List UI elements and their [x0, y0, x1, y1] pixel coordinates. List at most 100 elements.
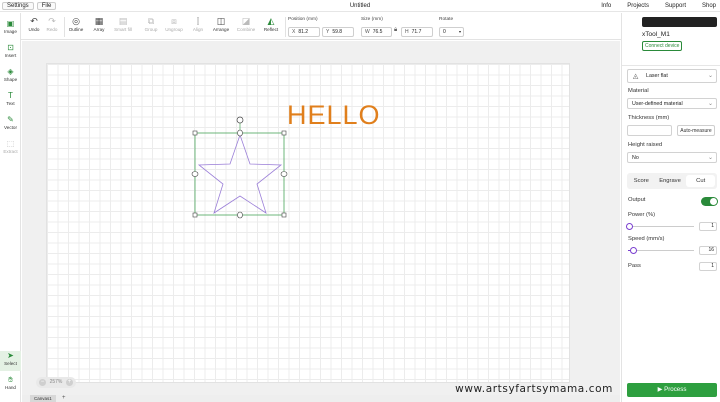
laser-mode-value: Laser flat — [646, 73, 668, 79]
sidebar-item-image[interactable]: ▣ Image — [0, 19, 21, 34]
position-y-field[interactable]: Y 59.8 — [322, 27, 354, 37]
output-label: Output — [628, 197, 646, 203]
insert-icon: ⊡ — [7, 43, 14, 52]
ungroup-icon: ⧈ — [171, 16, 177, 26]
work-area[interactable]: HELLO — [46, 63, 570, 383]
tab-engrave[interactable]: Engrave — [656, 173, 685, 189]
laser-mode-select[interactable]: ◬ Laser flat ⌄ — [627, 69, 717, 83]
arrange-button[interactable]: ◫ Arrange — [208, 16, 234, 32]
combine-button[interactable]: ◪ Combine — [233, 16, 259, 32]
speed-input[interactable]: 16 — [699, 246, 717, 255]
array-button[interactable]: ▦ Array — [86, 16, 112, 32]
sidebar-item-shape[interactable]: ◈ Shape — [0, 67, 21, 82]
output-toggle[interactable] — [701, 197, 718, 206]
size-height-field[interactable]: H 71.7 — [401, 27, 433, 37]
hand-label: Hand — [5, 385, 16, 390]
zoom-in-button[interactable]: + — [65, 379, 73, 386]
speed-label: Speed (mm/s) — [628, 236, 665, 242]
tab-canvas1[interactable]: Canvas1 — [30, 395, 56, 402]
select-tool[interactable]: ➤ Select — [0, 351, 21, 371]
position-x-value: 81.2 — [298, 29, 309, 35]
array-icon: ▦ — [94, 16, 104, 26]
position-y-prefix: Y — [326, 29, 330, 35]
support-link[interactable]: Support — [665, 3, 686, 9]
sidebar-item-vector[interactable]: ✎ Vector — [0, 115, 21, 130]
image-icon: ▣ — [6, 19, 15, 28]
power-slider-handle[interactable] — [625, 223, 633, 230]
shape-icon: ◈ — [7, 67, 14, 76]
left-sidebar: ▣ Image ⊡ Insert ◈ Shape T Text ✎ Vector… — [0, 13, 21, 402]
thickness-input[interactable] — [627, 125, 672, 136]
canvas-area[interactable]: HELLO − 257% + — [22, 41, 620, 395]
sidebar-item-insert[interactable]: ⊡ Insert — [0, 43, 21, 58]
height-raised-select[interactable]: No ⌄ — [627, 152, 717, 163]
position-label: Position (mm) — [288, 17, 318, 22]
selection-box[interactable] — [194, 132, 285, 216]
reflect-button[interactable]: ◭ Reflect — [258, 16, 284, 32]
hand-tool[interactable]: ✋︎ Hand — [0, 375, 21, 390]
connect-device-button[interactable]: Connect device — [642, 41, 683, 51]
size-width-field[interactable]: W 76.5 — [361, 27, 392, 37]
resize-handle-bottom[interactable] — [237, 211, 243, 219]
combine-icon: ◪ — [241, 16, 251, 26]
power-input[interactable]: 1 — [699, 222, 717, 231]
info-link[interactable]: Info — [601, 3, 611, 9]
redo-icon: ↷ — [48, 16, 56, 26]
tab-cut[interactable]: Cut — [686, 175, 716, 187]
redo-button[interactable]: ↷ Redo — [39, 16, 65, 32]
material-value: User-defined material — [632, 101, 683, 107]
pass-input[interactable]: 1 — [699, 262, 717, 271]
zoom-out-button[interactable]: − — [39, 379, 46, 386]
process-button[interactable]: ▶︎ Process — [627, 383, 717, 397]
size-width-prefix: W — [365, 29, 370, 35]
lock-ratio-icon[interactable]: 🔒︎ — [394, 27, 397, 34]
resize-handle-top-left[interactable] — [192, 130, 198, 136]
resize-handle-top[interactable] — [237, 129, 243, 137]
speed-slider[interactable] — [628, 247, 694, 254]
resize-handle-bottom-left[interactable] — [192, 212, 198, 218]
sidebar-item-label: Text — [6, 101, 15, 106]
watermark-text: www.artsyfartsymama.com — [455, 383, 613, 395]
shop-link[interactable]: Shop — [702, 3, 716, 9]
ungroup-label: Ungroup — [165, 27, 183, 32]
auto-measure-button[interactable]: Auto-measure — [677, 125, 715, 136]
thickness-label: Thickness (mm) — [628, 115, 670, 121]
pass-label: Pass — [628, 263, 641, 269]
position-x-prefix: X — [292, 29, 296, 35]
projects-link[interactable]: Projects — [627, 3, 649, 9]
sidebar-item-extract[interactable]: ⬚ Extract — [0, 139, 21, 154]
vector-pen-icon: ✎ — [7, 115, 14, 124]
position-x-field[interactable]: X 81.2 — [288, 27, 320, 37]
toolbar: ↶ Undo ↷ Redo ◎ Outline ▦ Array ▤ Smart … — [0, 13, 621, 40]
star-shape[interactable] — [197, 133, 283, 214]
tab-score[interactable]: Score — [627, 173, 656, 189]
position-y-value: 59.8 — [332, 29, 343, 35]
material-label: Material — [628, 88, 649, 94]
speed-slider-handle[interactable] — [630, 247, 638, 254]
process-label: Process — [664, 386, 687, 393]
resize-handle-bottom-right[interactable] — [281, 212, 287, 218]
add-canvas-button[interactable]: + — [62, 395, 66, 402]
device-name: xTool_M1 — [642, 31, 670, 38]
rotate-handle[interactable] — [236, 116, 244, 124]
resize-handle-top-right[interactable] — [281, 130, 287, 136]
ungroup-button[interactable]: ⧈ Ungroup — [161, 16, 187, 32]
smart-fill-button[interactable]: ▤ Smart fill — [110, 16, 136, 32]
extract-icon: ⬚ — [6, 139, 15, 148]
undo-label: Undo — [28, 27, 40, 32]
material-select[interactable]: User-defined material ⌄ — [627, 98, 717, 109]
processing-mode-tabs: Score Engrave Cut — [627, 173, 717, 189]
sidebar-item-label: Shape — [3, 77, 18, 82]
size-width-value: 76.5 — [372, 29, 383, 35]
device-card[interactable]: xTool_M1 Connect device — [630, 17, 717, 61]
zoom-level: 257% — [49, 379, 63, 385]
arrange-icon: ◫ — [216, 16, 226, 26]
canvas-text-object[interactable]: HELLO — [287, 100, 381, 131]
rotate-stepper-icon[interactable]: ▾ — [459, 28, 461, 36]
smart-fill-label: Smart fill — [114, 27, 132, 32]
rotate-field[interactable]: 0 ▾ — [439, 27, 464, 37]
resize-handle-left[interactable] — [191, 171, 199, 177]
sidebar-item-text[interactable]: T Text — [0, 91, 21, 106]
resize-handle-right[interactable] — [280, 171, 288, 177]
power-slider[interactable] — [625, 223, 694, 230]
